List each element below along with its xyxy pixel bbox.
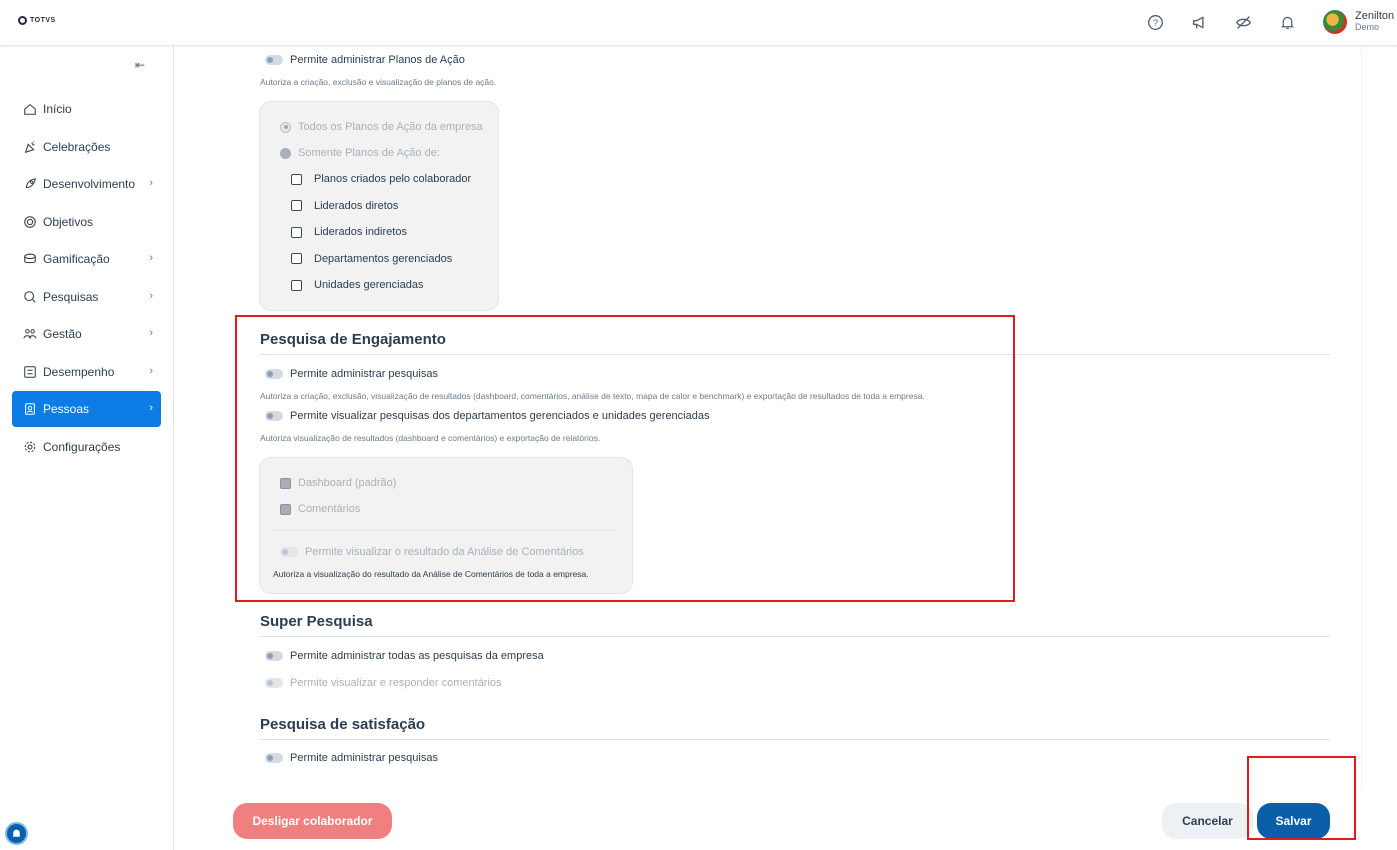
collapse-sidebar-icon[interactable]: ⇤ — [135, 58, 145, 72]
sidebar-nav: Início Celebrações Desenvolvimento › Objetiv… — [12, 91, 161, 466]
gear-icon — [22, 439, 38, 455]
plan-checkbox[interactable] — [291, 226, 302, 238]
toggle-row-super-admin[interactable]: Permite administrar todas as pesquisas d… — [265, 650, 544, 662]
satisfaction-admin-toggle[interactable] — [265, 753, 283, 763]
megaphone-icon[interactable] — [1189, 12, 1209, 32]
chevron-right-icon: › — [149, 364, 153, 377]
target-icon — [22, 214, 38, 230]
sidebar-item-label: Objetivos — [43, 214, 94, 229]
user-subtitle: Demo — [1355, 22, 1380, 32]
chevron-right-icon: › — [149, 289, 153, 302]
sidebar-item-celebracoes[interactable]: Celebrações — [12, 129, 161, 165]
plan-check-row[interactable]: Departamentos gerenciados — [291, 253, 452, 265]
sidebar-item-label: Desenvolvimento — [43, 177, 136, 191]
plan-check-label: Liderados indiretos — [314, 226, 407, 238]
sidebar-item-label: Gestão — [43, 327, 82, 341]
badge-icon — [22, 401, 38, 417]
user-name-block: Zenilton Demo — [1355, 11, 1394, 33]
chevron-right-icon: › — [149, 252, 153, 264]
sidebar-item-objetivos[interactable]: Objetivos — [12, 204, 161, 240]
people-icon — [22, 326, 38, 342]
sidebar-item-label: Pessoas — [43, 402, 90, 416]
super-survey-divider — [260, 636, 1330, 637]
super-admin-toggle[interactable] — [265, 651, 283, 661]
toggle-row-satisfaction-admin[interactable]: Permite administrar pesquisas — [265, 752, 438, 764]
engagement-highlight-box — [235, 315, 1015, 602]
chevron-right-icon: › — [149, 402, 153, 414]
radio-only-plans-label: Somente Planos de Ação de: — [298, 147, 440, 159]
radio-all-plans-input[interactable] — [280, 121, 291, 133]
radio-only-plans[interactable]: Somente Planos de Ação de: — [280, 147, 440, 159]
plan-checkbox[interactable] — [291, 200, 302, 211]
plan-check-row[interactable]: Liderados indiretos — [291, 226, 407, 238]
plan-check-label: Unidades gerenciadas — [314, 279, 424, 291]
sidebar-item-label: Gamificação — [43, 252, 110, 266]
sidebar-item-desenvolvimento[interactable]: Desenvolvimento › — [12, 166, 161, 202]
hidden-eye-icon[interactable] — [1233, 12, 1253, 32]
totvs-logo[interactable]: TOTVS — [18, 16, 56, 25]
plan-check-row[interactable]: Unidades gerenciadas — [291, 279, 423, 291]
plan-check-label: Planos criados pelo colaborador — [314, 173, 472, 185]
dismiss-employee-button[interactable]: Desligar colaborador — [233, 803, 392, 839]
toggle-row-super-comments[interactable]: Permite visualizar e responder comentári… — [265, 677, 502, 689]
sidebar-item-pesquisas[interactable]: Pesquisas › — [12, 279, 161, 315]
top-icons: ? — [1145, 12, 1297, 32]
sidebar-item-gestao[interactable]: Gestão › — [12, 316, 161, 352]
cancel-button[interactable]: Cancelar — [1162, 803, 1253, 839]
radio-all-plans-label: Todos os Planos de Ação da empresa — [298, 121, 483, 133]
plan-check-row[interactable]: Liderados diretos — [291, 200, 398, 212]
plan-check-label: Departamentos gerenciados — [314, 252, 453, 265]
super-admin-label: Permite administrar todas as pesquisas d… — [290, 650, 544, 662]
super-survey-section-title: Super Pesquisa — [260, 613, 373, 630]
sidebar-item-gamificacao[interactable]: Gamificação › — [12, 241, 161, 277]
chevron-right-icon: › — [149, 327, 153, 339]
notification-bubble-icon[interactable] — [5, 822, 28, 845]
sidebar: ⇤ Início Celebrações Desenvolvimento › Objet… — [0, 46, 174, 850]
action-plans-toggle-label: Permite administrar Planos de Ação — [290, 54, 465, 66]
plan-checkbox[interactable] — [291, 253, 302, 264]
save-highlight-box — [1247, 756, 1356, 840]
action-plans-options-box: Todos os Planos de Ação da empresa Somen… — [259, 101, 499, 311]
action-plans-toggle[interactable] — [265, 55, 283, 65]
svg-text:?: ? — [1152, 17, 1157, 27]
super-comments-label: Permite visualizar e responder comentári… — [290, 677, 502, 689]
satisfaction-section-title: Pesquisa de satisfação — [260, 716, 426, 733]
radio-only-plans-input[interactable] — [280, 147, 291, 159]
sidebar-item-configuracoes[interactable]: Configurações — [12, 429, 161, 465]
home-icon — [22, 101, 38, 117]
logo-ring-icon — [18, 16, 27, 25]
sidebar-item-label: Desempenho — [43, 364, 115, 379]
checklist-icon — [22, 364, 38, 380]
plan-checkbox[interactable] — [291, 173, 302, 185]
party-icon — [22, 139, 38, 155]
plan-check-row[interactable]: Planos criados pelo colaborador — [291, 173, 471, 185]
sidebar-item-pessoas[interactable]: Pessoas › — [12, 391, 161, 427]
satisfaction-admin-label: Permite administrar pesquisas — [290, 752, 438, 764]
sidebar-item-desempenho[interactable]: Desempenho › — [12, 354, 161, 390]
coins-icon — [22, 251, 38, 267]
sidebar-item-label: Configurações — [43, 439, 121, 454]
user-name: Zenilton — [1355, 10, 1395, 22]
search-survey-icon — [22, 289, 38, 305]
help-icon[interactable]: ? — [1145, 12, 1165, 32]
sidebar-item-label: Início — [43, 102, 72, 116]
avatar[interactable] — [1323, 10, 1347, 34]
top-bar: TOTVS ? Zenilton Demo — [0, 0, 1397, 46]
toggle-row-action-plans[interactable]: Permite administrar Planos de Ação — [265, 54, 465, 66]
logo-text: TOTVS — [30, 17, 56, 24]
chevron-right-icon: › — [149, 177, 153, 189]
sidebar-item-label: Celebrações — [43, 139, 111, 154]
radio-all-plans[interactable]: Todos os Planos de Ação da empresa — [280, 121, 483, 133]
action-plans-description: Autoriza a criação, exclusão e visualiza… — [260, 77, 497, 87]
sidebar-item-inicio[interactable]: Início — [12, 91, 161, 127]
satisfaction-divider — [260, 739, 1330, 740]
bell-icon[interactable] — [1277, 12, 1297, 32]
plan-checkbox[interactable] — [291, 279, 302, 291]
plan-check-label: Liderados diretos — [314, 199, 399, 212]
sidebar-item-label: Pesquisas — [43, 289, 99, 304]
user-menu[interactable]: Zenilton Demo — [1323, 10, 1394, 34]
rocket-icon — [22, 176, 38, 192]
super-comments-toggle[interactable] — [265, 678, 283, 688]
